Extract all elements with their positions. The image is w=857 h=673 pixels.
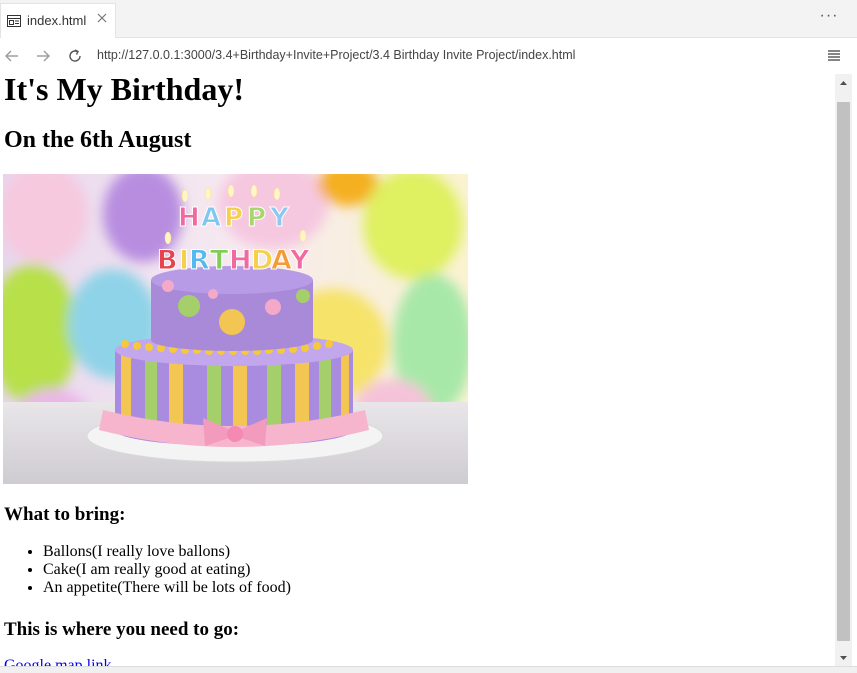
close-icon[interactable]	[96, 12, 108, 24]
svg-text:A: A	[271, 245, 292, 276]
window-bottom-edge	[0, 666, 857, 673]
svg-text:I: I	[179, 245, 189, 276]
svg-text:H: H	[229, 245, 252, 276]
list-item: Ballons(I really love ballons)	[43, 543, 291, 561]
bring-list: Ballons(I really love ballons) Cake(I am…	[4, 543, 291, 597]
scrollbar-thumb[interactable]	[837, 102, 850, 641]
list-item: An appetite(There will be lots of food)	[43, 579, 291, 597]
svg-text:A: A	[201, 203, 221, 233]
svg-text:Y: Y	[289, 245, 310, 276]
page-viewport: It's My Birthday! On the 6th August H A …	[0, 74, 834, 666]
browser-file-icon	[7, 15, 21, 27]
birthday-cake-image: H A P P Y B I R T H D A Y	[3, 174, 468, 484]
arrow-right-icon[interactable]	[34, 47, 52, 65]
tab-index-html[interactable]: index.html	[0, 3, 116, 38]
scroll-up-arrow-icon[interactable]	[835, 74, 852, 91]
where-to-go-heading: This is where you need to go:	[4, 619, 240, 640]
page-title: It's My Birthday!	[4, 74, 244, 107]
arrow-left-icon[interactable]	[3, 47, 21, 65]
svg-text:P: P	[224, 203, 243, 233]
more-actions-button[interactable]: ···	[818, 8, 840, 27]
navigation-bar: http://127.0.0.1:3000/3.4+Birthday+Invit…	[0, 38, 857, 74]
svg-text:H: H	[178, 203, 200, 233]
svg-text:Y: Y	[269, 203, 290, 233]
svg-text:T: T	[210, 245, 229, 276]
date-heading: On the 6th August	[4, 127, 192, 153]
vertical-scrollbar[interactable]	[835, 74, 852, 666]
google-map-link[interactable]: Google map link	[4, 657, 112, 666]
svg-text:P: P	[247, 203, 266, 233]
address-bar[interactable]: http://127.0.0.1:3000/3.4+Birthday+Invit…	[97, 48, 575, 62]
reload-icon[interactable]	[66, 47, 84, 65]
what-to-bring-heading: What to bring:	[4, 504, 126, 525]
tab-bar: index.html ···	[0, 0, 857, 38]
svg-text:R: R	[189, 245, 210, 276]
svg-text:B: B	[157, 245, 178, 276]
list-item: Cake(I am really good at eating)	[43, 561, 291, 579]
tab-title: index.html	[27, 13, 87, 28]
hamburger-menu-icon[interactable]	[827, 48, 841, 62]
scroll-down-arrow-icon[interactable]	[835, 651, 852, 666]
